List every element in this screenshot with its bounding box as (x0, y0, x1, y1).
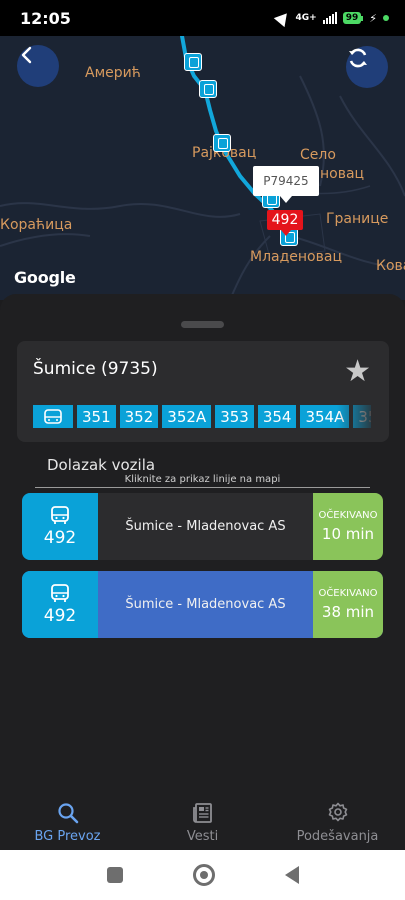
chevron-left-icon (21, 46, 32, 64)
line-chip[interactable]: 352 (119, 405, 159, 428)
eta-badge: OČEKIVANO 10 min (313, 493, 383, 560)
route-number: 492 (43, 605, 77, 626)
stop-lines-list[interactable]: 351 352 352A 353 354 354A 354 (33, 405, 371, 428)
stop-card: Šumice (9735) ★ 351 352 352A 353 354 354… (17, 341, 389, 442)
line-chip[interactable]: 351 (77, 405, 116, 428)
vehicle-marker[interactable]: 492 (267, 210, 303, 236)
favorite-star-icon[interactable]: ★ (344, 357, 371, 387)
sheet-drag-handle[interactable] (181, 321, 224, 328)
battery-icon: 99 (342, 12, 364, 24)
bottom-navigation: BG Prevoz Vesti Podešavanja (0, 794, 405, 850)
nav-item-vesti[interactable]: Vesti (135, 794, 270, 850)
system-navigation-bar (0, 850, 405, 900)
vehicle-plate-tooltip: P79425 (253, 166, 319, 203)
route-number: 492 (43, 527, 77, 548)
map-label-selo: Село (300, 147, 336, 163)
arrivals-heading: Dolazak vozila (47, 456, 156, 474)
route-badge: 492 (22, 571, 98, 638)
bus-stop-icon[interactable] (184, 53, 202, 71)
map-label-amerid: Амерић (85, 65, 141, 81)
line-chip[interactable]: 353 (215, 405, 254, 428)
route-destination: Šumice - Mladenovac AS (125, 519, 286, 534)
arrival-row[interactable]: 492 Šumice - Mladenovac AS OČEKIVANO 10 … (22, 493, 383, 560)
eta-time: 38 min (321, 603, 375, 621)
stop-details-sheet: Šumice (9735) ★ 351 352 352A 353 354 354… (0, 294, 405, 794)
arrivals-hint: Kliknite za prikaz linije na mapi (124, 474, 281, 485)
signal-icon (322, 12, 337, 24)
lines-fade-overlay (337, 405, 371, 428)
bus-icon (51, 505, 69, 524)
location-arrow-icon (273, 8, 292, 28)
stop-title: Šumice (9735) (33, 359, 158, 379)
map-view[interactable]: Амерић Рајковац Село новац Границе Кораћ… (0, 36, 405, 300)
line-chip[interactable]: 354 (257, 405, 297, 428)
home-icon[interactable] (192, 864, 215, 886)
line-chip[interactable]: 352A (162, 405, 212, 428)
refresh-icon (349, 48, 367, 68)
recents-icon[interactable] (106, 867, 123, 883)
eta-status: OČEKIVANO (318, 510, 378, 521)
map-label-koracica: Кораћица (0, 217, 73, 233)
gear-icon (328, 802, 347, 821)
bus-stop-icon[interactable] (213, 134, 231, 152)
network-type: 4G+ (295, 12, 317, 23)
status-time: 12:05 (20, 8, 71, 28)
battery-level: 99 (342, 12, 362, 24)
back-button[interactable] (17, 45, 59, 87)
map-label-granice: Границе (326, 211, 389, 227)
search-icon (57, 802, 78, 823)
arrivals-divider (35, 487, 370, 488)
status-bar: 12:05 4G+ 99 ⚡ (0, 0, 405, 36)
arrival-row[interactable]: 492 Šumice - Mladenovac AS OČEKIVANO 38 … (22, 571, 383, 638)
map-label-selo-rest: новац (320, 166, 365, 182)
bus-icon (51, 583, 69, 602)
newspaper-icon (192, 802, 212, 823)
nav-label: BG Prevoz (34, 828, 101, 844)
bus-icon (44, 408, 62, 424)
route-badge: 492 (22, 493, 98, 560)
nav-label: Vesti (186, 828, 219, 844)
eta-badge: OČEKIVANO 38 min (313, 571, 383, 638)
bus-line-icon (33, 405, 73, 428)
route-destination: Šumice - Mladenovac AS (125, 597, 286, 612)
eta-time: 10 min (321, 525, 375, 543)
nav-item-bg-prevoz[interactable]: BG Prevoz (0, 794, 135, 850)
map-label-kov: Кова (376, 258, 405, 274)
nav-item-podesavanja[interactable]: Podešavanja (270, 794, 405, 850)
map-label-mladenovac: Младеновац (250, 249, 342, 265)
bus-stop-icon[interactable] (199, 80, 217, 98)
google-attribution-logo: Google (14, 268, 76, 287)
back-nav-icon[interactable] (284, 866, 299, 884)
nav-label: Podešavanja (296, 828, 379, 844)
privacy-dot-icon (383, 15, 389, 21)
refresh-button[interactable] (346, 46, 388, 88)
status-indicators: 4G+ 99 ⚡ (273, 8, 389, 28)
eta-status: OČEKIVANO (318, 588, 378, 599)
charging-icon: ⚡ (369, 11, 377, 25)
